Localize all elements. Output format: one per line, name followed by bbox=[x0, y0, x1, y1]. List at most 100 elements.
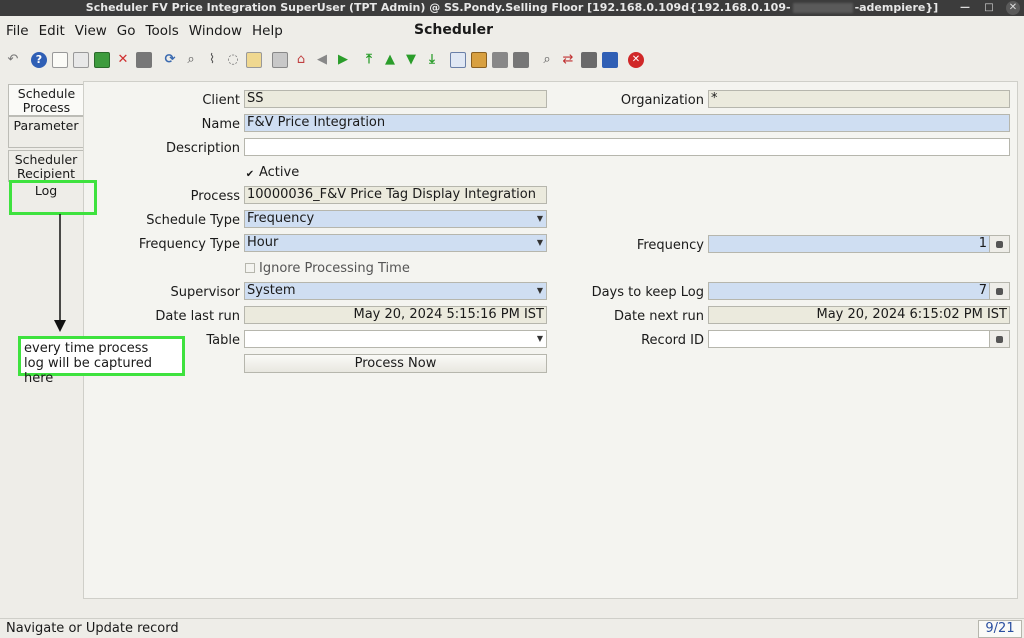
schedule-type-value: Frequency bbox=[247, 211, 315, 226]
days-to-keep-log-value: 7 bbox=[978, 283, 987, 298]
new-record-icon[interactable] bbox=[52, 52, 68, 68]
process-now-button[interactable]: Process Now bbox=[244, 354, 547, 373]
first-record-icon[interactable]: ⤒ bbox=[361, 52, 377, 68]
frequency-field[interactable]: 1 bbox=[708, 235, 1010, 253]
record-id-field[interactable] bbox=[708, 330, 1010, 348]
grid-toggle-icon[interactable] bbox=[246, 52, 262, 68]
calculator-icon[interactable] bbox=[989, 283, 1009, 299]
find-icon[interactable]: ⌕ bbox=[183, 52, 199, 68]
table-select[interactable]: ▼ bbox=[244, 330, 547, 348]
window-title-left: Scheduler FV Price Integration SuperUser… bbox=[85, 1, 791, 14]
frequency-label: Frequency bbox=[636, 238, 704, 253]
frequency-type-label: Frequency Type bbox=[138, 237, 240, 252]
menu-help[interactable]: Help bbox=[252, 23, 283, 39]
chevron-down-icon[interactable]: ▼ bbox=[534, 235, 546, 251]
log-tab-highlight bbox=[9, 180, 97, 215]
menu-window[interactable]: Window bbox=[189, 23, 242, 39]
menu-bar: File Edit View Go Tools Window Help Sche… bbox=[0, 17, 1024, 45]
chevron-down-icon[interactable]: ▼ bbox=[534, 211, 546, 227]
name-field[interactable]: F&V Price Integration bbox=[244, 114, 1010, 132]
supervisor-value: System bbox=[247, 283, 296, 298]
ignore-processing-time-label: Ignore Processing Time bbox=[259, 261, 410, 276]
ignore-processing-time-checkbox[interactable]: Ignore Processing Time bbox=[245, 261, 410, 276]
date-last-run-label: Date last run bbox=[155, 309, 240, 324]
undo-icon[interactable]: ↶ bbox=[5, 52, 21, 68]
window-title-right: -adempiere}] bbox=[854, 1, 939, 14]
zoom-across-icon[interactable]: ⌕ bbox=[539, 52, 555, 68]
print-icon[interactable] bbox=[513, 52, 529, 68]
organization-label: Organization bbox=[620, 93, 704, 108]
record-count[interactable]: 9/21 bbox=[978, 620, 1022, 638]
toolbar: ↶ ? ✕ ⟳ ⌕ ⌇ ◌ ⌂ ◀ ▶ ⤒ ▲ ▼ ⤓ ⌕ ⇄ ✕ bbox=[0, 46, 1024, 74]
history-icon[interactable] bbox=[272, 52, 288, 68]
tab-scheduler-recipient[interactable]: Scheduler Recipient bbox=[8, 150, 84, 182]
previous-record-icon[interactable]: ▲ bbox=[382, 52, 398, 68]
menu-edit[interactable]: Edit bbox=[39, 23, 65, 39]
menu-view[interactable]: View bbox=[75, 23, 107, 39]
date-next-run-field[interactable]: May 20, 2024 6:15:02 PM IST bbox=[708, 306, 1010, 324]
close-icon[interactable]: ✕ bbox=[1006, 1, 1020, 15]
schedule-type-select[interactable]: Frequency ▼ bbox=[244, 210, 547, 228]
calculator-icon[interactable] bbox=[989, 331, 1009, 347]
parent-record-icon[interactable]: ◀ bbox=[314, 52, 330, 68]
name-label: Name bbox=[201, 117, 240, 132]
window-titlebar: Scheduler FV Price Integration SuperUser… bbox=[0, 0, 1024, 16]
chevron-down-icon[interactable]: ▼ bbox=[534, 331, 546, 347]
report-icon[interactable] bbox=[450, 52, 466, 68]
copy-record-icon[interactable] bbox=[73, 52, 89, 68]
frequency-type-select[interactable]: Hour ▼ bbox=[244, 234, 547, 252]
tab-schedule-process[interactable]: Schedule Process bbox=[8, 84, 84, 116]
maximize-icon[interactable]: □ bbox=[982, 1, 996, 15]
attachment-icon[interactable]: ⌇ bbox=[204, 52, 220, 68]
date-next-run-label: Date next run bbox=[614, 309, 704, 324]
annotation-line-2: log will be captured here bbox=[24, 356, 152, 386]
days-to-keep-log-label: Days to keep Log bbox=[591, 285, 704, 300]
supervisor-select[interactable]: System ▼ bbox=[244, 282, 547, 300]
exit-icon[interactable]: ✕ bbox=[628, 52, 644, 68]
chat-icon[interactable]: ◌ bbox=[225, 52, 241, 68]
annotation-note: every time process log will be captured … bbox=[18, 336, 185, 386]
check-icon: ✔ bbox=[245, 169, 255, 180]
days-to-keep-log-field[interactable]: 7 bbox=[708, 282, 1010, 300]
date-last-run-field[interactable]: May 20, 2024 5:15:16 PM IST bbox=[244, 306, 547, 324]
save-icon[interactable] bbox=[94, 52, 110, 68]
print-preview-icon[interactable] bbox=[492, 52, 508, 68]
menu-file[interactable]: File bbox=[6, 23, 29, 39]
window-controls: — □ ✕ bbox=[958, 0, 1020, 16]
home-icon[interactable]: ⌂ bbox=[293, 52, 309, 68]
annotation-arrow bbox=[54, 214, 66, 332]
organization-field[interactable]: * bbox=[708, 90, 1010, 108]
client-field[interactable]: SS bbox=[244, 90, 547, 108]
active-checkbox[interactable]: ✔ Active bbox=[245, 165, 299, 180]
product-info-icon[interactable] bbox=[602, 52, 618, 68]
delete-icon[interactable]: ✕ bbox=[115, 52, 131, 68]
last-record-icon[interactable]: ⤓ bbox=[424, 52, 440, 68]
menu-tools[interactable]: Tools bbox=[146, 23, 179, 39]
frequency-value: 1 bbox=[978, 236, 987, 251]
calculator-icon[interactable] bbox=[989, 236, 1009, 252]
redacted-text bbox=[792, 3, 853, 13]
minimize-icon[interactable]: — bbox=[958, 1, 972, 15]
schedule-type-label: Schedule Type bbox=[146, 213, 240, 228]
workflow-icon[interactable]: ⇄ bbox=[560, 52, 576, 68]
chevron-down-icon[interactable]: ▼ bbox=[534, 283, 546, 299]
process-field[interactable]: 10000036_F&V Price Tag Display Integrati… bbox=[244, 186, 547, 204]
description-field[interactable] bbox=[244, 138, 1010, 156]
help-icon[interactable]: ? bbox=[31, 52, 47, 68]
record-id-label: Record ID bbox=[641, 333, 704, 348]
active-label: Active bbox=[259, 165, 300, 180]
unchecked-box-icon bbox=[245, 263, 255, 273]
tab-parameter[interactable]: Parameter bbox=[8, 116, 84, 148]
menu-go[interactable]: Go bbox=[117, 23, 136, 39]
client-label: Client bbox=[202, 93, 240, 108]
request-icon[interactable] bbox=[581, 52, 597, 68]
window-heading: Scheduler bbox=[414, 22, 494, 38]
refresh-icon[interactable]: ⟳ bbox=[162, 52, 178, 68]
archive-icon[interactable] bbox=[471, 52, 487, 68]
supervisor-label: Supervisor bbox=[170, 285, 240, 300]
delete-selection-icon[interactable] bbox=[136, 52, 152, 68]
process-label: Process bbox=[190, 189, 240, 204]
frequency-type-value: Hour bbox=[247, 235, 279, 250]
next-record-icon[interactable]: ▼ bbox=[403, 52, 419, 68]
detail-record-icon[interactable]: ▶ bbox=[335, 52, 351, 68]
